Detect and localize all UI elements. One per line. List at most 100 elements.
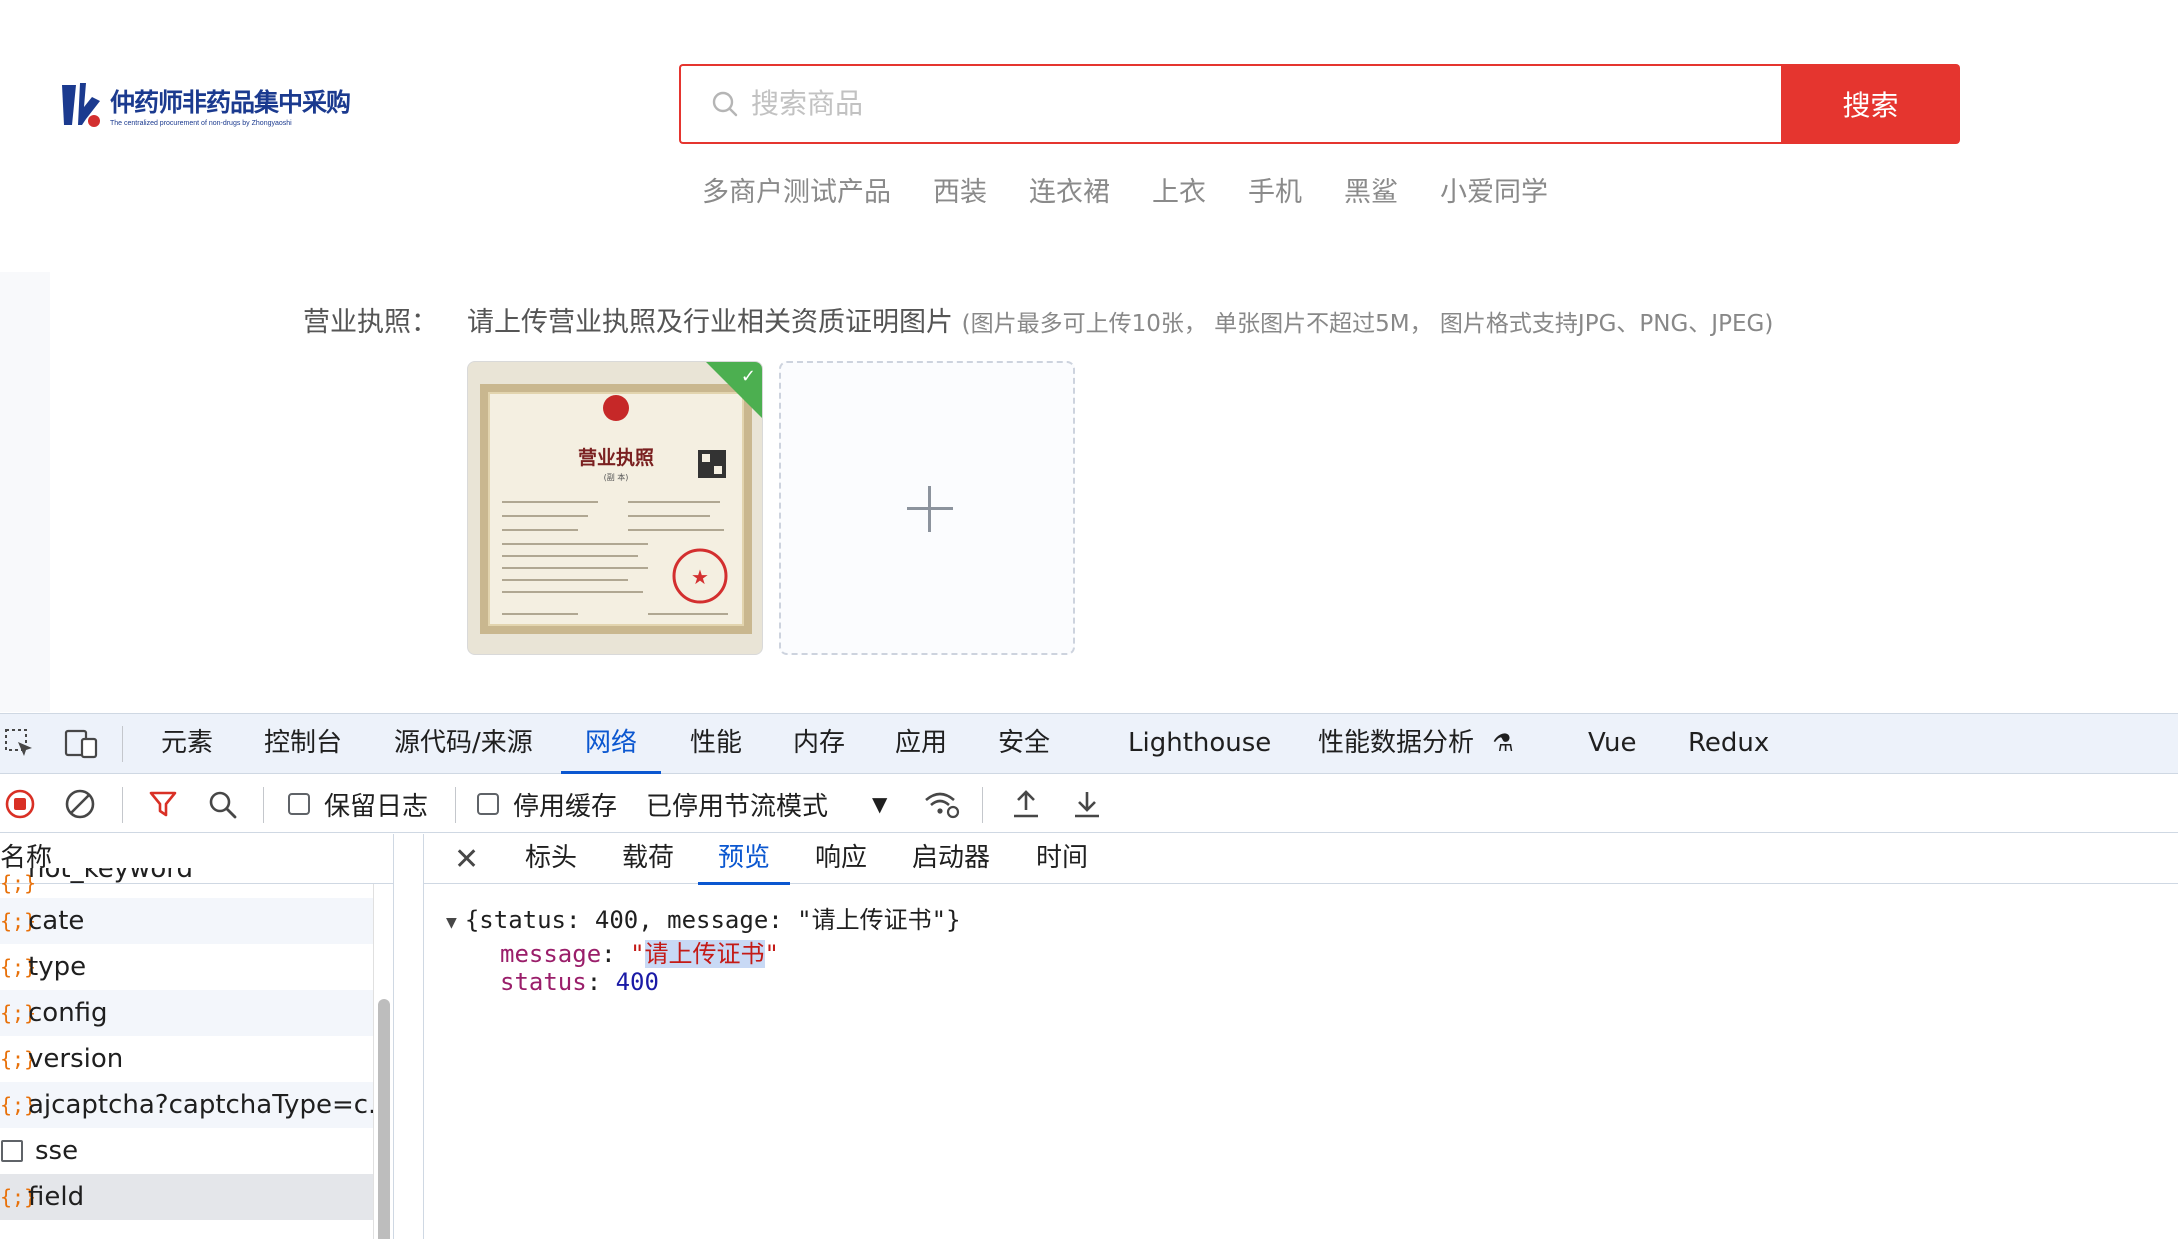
close-icon[interactable]: ✕ [454,842,479,877]
tab-response[interactable]: 响应 [815,834,867,884]
separator [263,787,264,823]
upload-hint-main: 请上传营业执照及行业相关资质证明图片 [467,307,953,338]
logo-mark-icon [62,83,100,127]
hot-keyword-link[interactable]: 黑鲨 [1344,170,1398,209]
hot-keyword-link[interactable]: 小爱同学 [1440,170,1548,209]
network-toolbar: 保留日志 停用缓存 已停用节流模式 ▼ [0,775,2178,833]
certificate-illustration: 营业执照 (副 本) ★ [502,395,728,615]
tab-application[interactable]: 应用 [895,714,947,774]
request-name: config [28,998,108,1028]
tab-network[interactable]: 网络 [560,714,662,774]
side-strip [0,272,50,712]
request-name: field [28,1182,85,1212]
request-name: cate [28,906,85,936]
tab-performance-insights-label: 性能数据分析 [1318,728,1475,758]
cert-subtitle: (副 本) [604,472,629,482]
record-stop-icon[interactable] [4,788,36,820]
upload-hint-note: (图片最多可上传10张， 单张图片不超过5M， 图片格式支持JPG、PNG、JP… [961,311,1774,337]
search-button[interactable]: 搜索 [1781,64,1960,144]
tab-performance-insights[interactable]: 性能数据分析 ⚗ [1318,714,1514,774]
hot-keyword-link[interactable]: 西装 [933,170,987,209]
devtools-panel: 元素 控制台 源代码/来源 网络 性能 内存 应用 安全 Lighthouse … [0,713,2178,1239]
business-license-label: 营业执照： [303,307,438,338]
website-area: 仲药师非药品集中采购 The centralized procurement o… [0,0,2178,712]
check-icon: ✓ [740,366,756,387]
clear-icon[interactable] [64,788,96,820]
device-toolbar-icon[interactable] [64,728,100,760]
hot-keyword-link[interactable]: 连衣裙 [1029,170,1110,209]
detail-tabs: ✕ 标头 载荷 预览 响应 启动器 时间 [424,834,2178,885]
request-list-panel: 名称 {;} hot_keyword {;} cate {;} type {;}… [0,834,394,1239]
network-conditions-icon[interactable] [922,788,962,820]
hot-keywords: 多商户测试产品 西装 连衣裙 上衣 手机 黑鲨 小爱同学 [702,170,1548,209]
disable-cache-label: 停用缓存 [513,791,618,822]
request-name: hot_keyword [28,868,194,884]
request-row[interactable]: {;} cate [0,898,392,944]
request-name: sse [35,1136,79,1166]
json-icon: {;} [0,955,37,979]
json-icon: {;} [0,1001,37,1025]
search-input[interactable] [751,88,1651,120]
property-value-number: 400 [615,968,659,996]
separator [122,787,123,823]
tab-performance[interactable]: 性能 [690,714,742,774]
request-row[interactable]: {;} type [0,944,392,990]
hot-keyword-link[interactable]: 多商户测试产品 [702,170,891,209]
expand-triangle-icon[interactable]: ▼ [446,912,457,933]
tab-security[interactable]: 安全 [998,714,1050,774]
experiment-flask-icon: ⚗ [1492,729,1514,757]
json-icon: {;} [0,1047,37,1071]
json-icon: {;} [0,871,37,895]
inspect-element-icon[interactable] [4,728,36,760]
tab-payload[interactable]: 载荷 [622,834,674,884]
request-row-selected[interactable]: {;} field [0,1174,392,1220]
hot-keyword-link[interactable]: 手机 [1248,170,1302,209]
json-icon: {;} [0,1093,37,1117]
json-property-message: message: "请上传证书" [500,940,779,968]
property-key: message [500,940,602,968]
separator [122,726,123,762]
chevron-down-icon: ▼ [872,792,888,816]
scrollbar-thumb[interactable] [378,999,390,1239]
request-row[interactable]: {;} ajcaptcha?captchaType=c... [0,1082,392,1128]
preserve-log-checkbox[interactable]: 保留日志 [288,775,428,833]
tab-preview[interactable]: 预览 [697,834,791,885]
separator [455,787,456,823]
filter-icon[interactable] [148,789,178,819]
tab-memory[interactable]: 内存 [793,714,845,774]
export-har-icon[interactable] [1071,788,1103,820]
request-list-scrollbar[interactable] [373,884,393,1239]
tab-vue[interactable]: Vue [1588,714,1637,774]
checkbox-box [477,793,499,815]
tab-timing[interactable]: 时间 [1036,834,1088,884]
request-row[interactable]: sse [0,1128,392,1174]
throttling-select[interactable]: 已停用节流模式 ▼ [646,775,887,833]
uploaded-license-thumbnail[interactable]: 营业执照 (副 本) ★ ✓ [467,361,763,655]
disable-cache-checkbox[interactable]: 停用缓存 [477,775,617,833]
property-key: status [500,968,587,996]
tab-lighthouse[interactable]: Lighthouse [1128,714,1271,774]
add-image-button[interactable] [779,361,1075,655]
request-row[interactable]: {;} version [0,1036,392,1082]
tab-sources[interactable]: 源代码/来源 [394,714,533,774]
search-network-icon[interactable] [207,789,239,821]
svg-text:★: ★ [691,565,709,589]
request-row[interactable]: {;} config [0,990,392,1036]
tab-console[interactable]: 控制台 [264,714,342,774]
tab-elements[interactable]: 元素 [161,714,213,774]
request-name: version [28,1044,124,1074]
json-object-summary[interactable]: ▼ {status: 400, message: "请上传证书"} [446,900,961,935]
import-har-icon[interactable] [1010,788,1042,820]
preserve-log-label: 保留日志 [324,791,429,822]
logo-title: 仲药师非药品集中采购 [110,88,351,117]
hot-keyword-link[interactable]: 上衣 [1152,170,1206,209]
tab-redux[interactable]: Redux [1688,714,1769,774]
search-bar: 搜索 [679,64,1960,144]
tab-headers[interactable]: 标头 [525,834,577,884]
request-row[interactable]: {;} hot_keyword [0,868,392,898]
site-logo[interactable]: 仲药师非药品集中采购 The centralized procurement o… [58,76,351,134]
tab-initiator[interactable]: 启动器 [912,834,990,884]
checkbox-box [288,793,310,815]
throttling-value: 已停用节流模式 [646,791,829,822]
cert-title: 营业执照 [578,446,654,469]
